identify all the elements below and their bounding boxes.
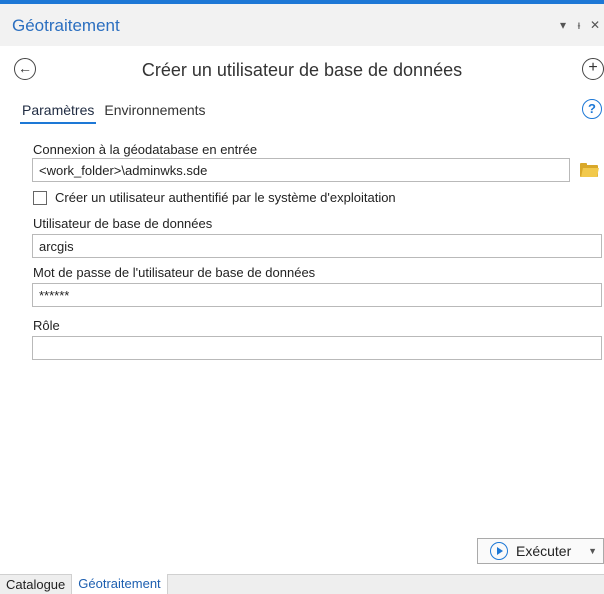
bottom-tab-bar: Catalogue Géotraitement [0, 574, 604, 594]
password-label: Mot de passe de l'utilisateur de base de… [33, 265, 316, 280]
tool-header: ← Créer un utilisateur de base de donnée… [0, 52, 604, 88]
tool-tabs: Paramètres Environnements [20, 100, 208, 128]
help-icon[interactable]: ? [582, 99, 602, 119]
os-auth-checkbox[interactable] [33, 190, 47, 205]
close-icon[interactable]: ✕ [590, 18, 600, 32]
os-auth-label: Créer un utilisateur authentifié par le … [55, 190, 396, 205]
chevron-down-icon[interactable]: ▾ [558, 18, 568, 32]
tab-environnements[interactable]: Environnements [102, 100, 207, 124]
pane-controls: ▾ ᵻ ✕ [558, 18, 600, 32]
tab-parametres[interactable]: Paramètres [20, 100, 97, 124]
connection-label: Connexion à la géodatabase en entrée [33, 142, 258, 157]
run-button[interactable]: Exécuter ▼ [477, 538, 604, 564]
pin-icon[interactable]: ᵻ [574, 18, 584, 32]
add-icon[interactable]: + [582, 58, 604, 80]
os-auth-row: Créer un utilisateur authentifié par le … [33, 190, 396, 205]
password-input[interactable] [32, 283, 602, 307]
tab-geotraitement[interactable]: Géotraitement [71, 574, 168, 594]
folder-browse-icon[interactable] [580, 163, 599, 177]
connection-input[interactable] [32, 158, 570, 182]
chevron-down-icon[interactable]: ▼ [588, 546, 597, 556]
play-icon [490, 542, 508, 560]
role-label: Rôle [33, 318, 60, 333]
tab-catalogue[interactable]: Catalogue [0, 575, 71, 594]
user-label: Utilisateur de base de données [33, 216, 213, 231]
run-button-label: Exécuter [516, 543, 572, 559]
pane-title: Géotraitement [12, 16, 120, 35]
tool-title: Créer un utilisateur de base de données [141, 60, 463, 80]
role-input[interactable] [32, 336, 602, 360]
user-input[interactable] [32, 234, 602, 258]
pane-header: Géotraitement ▾ ᵻ ✕ [0, 4, 604, 46]
